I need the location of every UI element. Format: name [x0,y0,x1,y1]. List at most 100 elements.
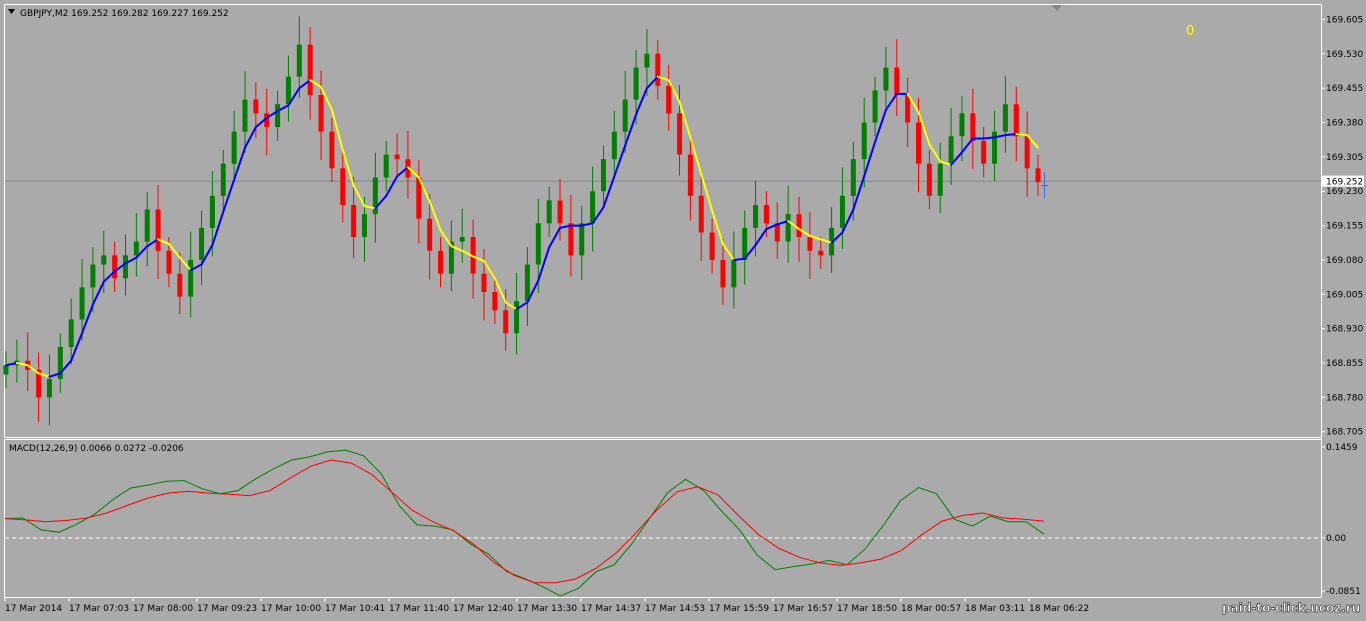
bull-candle[interactable] [959,113,965,137]
bull-candle[interactable] [514,301,520,334]
bull-candle[interactable] [883,67,889,91]
bear-candle[interactable] [438,250,444,274]
price-tick-label: 169.005 [1326,290,1363,300]
bull-candle[interactable] [459,237,465,242]
bear-candle[interactable] [1024,136,1030,169]
bear-candle[interactable] [763,204,769,224]
bear-candle[interactable] [351,204,357,238]
bull-candle[interactable] [731,259,737,288]
bear-candle[interactable] [503,310,509,334]
bull-candle[interactable] [79,287,85,320]
time-tick-label: 17 Mar 14:37 [581,604,641,614]
ma-segment [732,257,746,261]
bull-candle[interactable] [753,204,759,228]
bull-candle[interactable] [579,223,585,256]
bull-candle[interactable] [590,191,596,224]
bull-candle[interactable] [133,241,139,256]
bull-candle[interactable] [296,44,302,77]
time-tick-label: 17 Mar 2014 [5,604,62,614]
bear-candle[interactable] [568,223,574,256]
current-price-label: 169.252 [1326,178,1363,188]
bear-candle[interactable] [340,168,346,205]
macd-header: MACD(12,26,9) 0.0066 0.0272 -0.0206 [9,444,184,454]
bull-candle[interactable] [644,53,650,68]
time-tick-label: 17 Mar 08:00 [133,604,193,614]
bull-candle[interactable] [785,214,791,242]
price-tick-label: 169.080 [1326,256,1363,266]
bull-candle[interactable] [220,163,226,196]
ma-segment [1004,132,1018,137]
bull-candle[interactable] [546,200,552,224]
bear-candle[interactable] [655,53,661,86]
bear-candle[interactable] [492,292,498,311]
bear-candle[interactable] [177,273,183,297]
bear-candle[interactable] [926,163,932,196]
bear-candle[interactable] [1035,168,1041,183]
bear-candle[interactable] [687,154,693,196]
ma-segment [1015,132,1029,137]
bear-candle[interactable] [166,250,172,274]
bull-candle[interactable] [524,264,530,302]
bear-candle[interactable] [720,259,726,288]
bull-candle[interactable] [535,223,541,265]
bull-candle[interactable] [872,90,878,123]
bull-candle[interactable] [231,131,237,164]
bear-candle[interactable] [807,237,813,251]
bull-candle[interactable] [3,365,9,375]
bear-candle[interactable] [818,250,824,256]
bull-candle[interactable] [242,99,248,132]
bear-candle[interactable] [1013,104,1019,137]
bear-candle[interactable] [698,195,704,233]
bull-candle[interactable] [600,159,606,192]
chart-canvas[interactable]: 169.605 169.530 169.455 169.380 169.305 169.2… [0,0,1366,617]
bull-candle[interactable] [101,255,107,265]
bear-candle[interactable] [318,95,324,132]
bear-candle[interactable] [557,200,563,224]
bear-candle[interactable] [981,140,987,164]
bear-candle[interactable] [307,44,313,96]
bull-candle[interactable] [285,76,291,105]
bull-candle[interactable] [850,159,856,196]
bear-candle[interactable] [253,99,259,114]
bull-candle[interactable] [937,163,943,196]
watermark: paid-to-click.ucoz.ru [1222,601,1360,615]
bear-candle[interactable] [970,113,976,141]
bear-candle[interactable] [481,273,487,292]
bull-candle[interactable] [361,214,367,238]
price-tick-label: 169.455 [1326,84,1363,94]
bear-candle[interactable] [796,214,802,238]
bull-candle[interactable] [199,227,205,260]
bull-candle[interactable] [68,319,74,347]
bear-candle[interactable] [894,67,900,96]
bull-candle[interactable] [46,379,52,398]
bull-candle[interactable] [383,154,389,178]
price-tick-label: 169.305 [1326,153,1363,163]
bull-candle[interactable] [144,209,150,242]
bear-candle[interactable] [329,131,335,169]
bear-candle[interactable] [677,113,683,155]
macd-tick-label: 0.00 [1326,534,1346,544]
bear-candle[interactable] [709,232,715,260]
bull-candle[interactable] [633,67,639,100]
bull-candle[interactable] [188,259,194,297]
time-tick-label: 17 Mar 11:40 [389,604,449,614]
time-tick-label: 17 Mar 10:00 [261,604,321,614]
bull-candle[interactable] [839,195,845,228]
bull-candle[interactable] [122,255,128,279]
price-tick-label: 169.380 [1326,119,1363,129]
bear-candle[interactable] [666,85,672,114]
bear-candle[interactable] [155,209,161,251]
bear-candle[interactable] [916,122,922,164]
bull-candle[interactable] [622,99,628,132]
bear-candle[interactable] [427,218,433,251]
bull-candle[interactable] [861,122,867,160]
bear-candle[interactable] [905,95,911,123]
bull-candle[interactable] [209,195,215,228]
bear-candle[interactable] [394,154,400,160]
bull-candle[interactable] [948,136,954,164]
bull-candle[interactable] [611,131,617,160]
bull-candle[interactable] [90,264,96,288]
bull-candle[interactable] [275,104,281,128]
bull-candle[interactable] [1002,104,1008,132]
bear-candle[interactable] [112,255,118,279]
